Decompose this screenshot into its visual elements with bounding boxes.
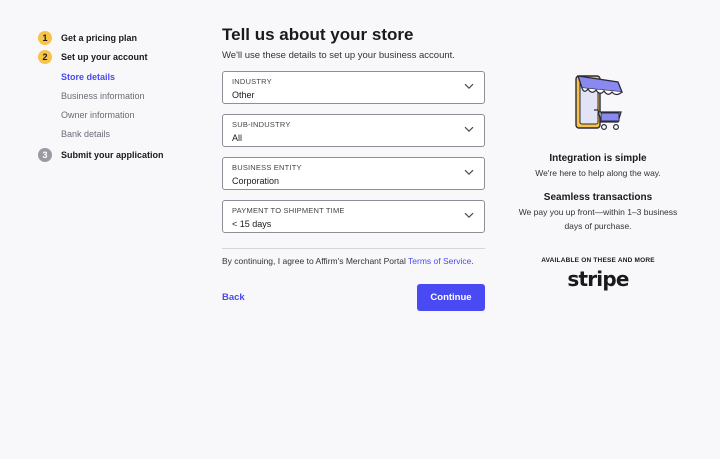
business-entity-select[interactable]: BUSINESS ENTITY Corporation xyxy=(222,157,485,190)
field-label: PAYMENT TO SHIPMENT TIME xyxy=(232,206,345,215)
chevron-down-icon xyxy=(464,126,474,133)
step-label: Get a pricing plan xyxy=(61,33,138,43)
chevron-down-icon xyxy=(464,169,474,176)
info-panel: Integration is simple We're here to help… xyxy=(514,70,682,291)
store-details-form: Tell us about your store We'll use these… xyxy=(222,24,486,311)
chevron-down-icon xyxy=(464,83,474,90)
step-label: Set up your account xyxy=(61,52,148,62)
payment-to-shipment-select[interactable]: PAYMENT TO SHIPMENT TIME < 15 days xyxy=(222,200,485,233)
page-subtitle: We'll use these details to set up your b… xyxy=(222,50,455,61)
field-value: Other xyxy=(232,90,255,100)
continue-button[interactable]: Continue xyxy=(417,284,485,311)
consent-text: By continuing, I agree to Affirm's Merch… xyxy=(222,256,409,266)
step-number-badge: 2 xyxy=(38,50,52,64)
field-value: < 15 days xyxy=(232,219,272,229)
step-pricing-plan[interactable]: 1 Get a pricing plan xyxy=(38,30,208,46)
sub-industry-select[interactable]: SUB-INDUSTRY All xyxy=(222,114,485,147)
progress-stepper: 1 Get a pricing plan 2 Set up your accou… xyxy=(38,30,208,166)
field-label: INDUSTRY xyxy=(232,77,272,86)
chevron-down-icon xyxy=(464,212,474,219)
industry-select[interactable]: INDUSTRY Other xyxy=(222,71,485,104)
field-value: All xyxy=(232,133,243,143)
field-value: Corporation xyxy=(232,176,280,186)
integration-text: We're here to help along the way. xyxy=(535,168,661,178)
back-button[interactable]: Back xyxy=(222,292,245,303)
step-number-badge: 1 xyxy=(38,31,52,45)
substep-business-information[interactable]: Business information xyxy=(61,87,208,106)
substep-bank-details[interactable]: Bank details xyxy=(61,125,208,144)
step-label: Submit your application xyxy=(61,150,164,160)
form-actions: Back Continue xyxy=(222,284,485,311)
divider xyxy=(222,248,485,249)
substep-owner-information[interactable]: Owner information xyxy=(61,106,208,125)
field-label: SUB-INDUSTRY xyxy=(232,120,291,129)
integration-title: Integration is simple xyxy=(549,153,647,164)
step-number-badge: 3 xyxy=(38,148,52,162)
substep-store-details[interactable]: Store details xyxy=(61,68,208,87)
form-fields: INDUSTRY Other SUB-INDUSTRY All BUSINESS… xyxy=(222,71,486,233)
consent-period: . xyxy=(471,256,474,266)
storefront-cart-icon xyxy=(575,75,624,130)
page-title: Tell us about your store xyxy=(222,25,414,44)
stripe-logo: stripe xyxy=(567,267,629,291)
transactions-text: We pay you up front—within 1–3 business … xyxy=(518,207,678,231)
partners-label: AVAILABLE ON THESE AND MORE xyxy=(541,257,655,264)
terms-consent-text: By continuing, I agree to Affirm's Merch… xyxy=(222,255,486,267)
step-submit-application[interactable]: 3 Submit your application xyxy=(38,147,208,163)
field-label: BUSINESS ENTITY xyxy=(232,163,302,172)
step-account-setup[interactable]: 2 Set up your account xyxy=(38,49,208,65)
terms-of-service-link[interactable]: Terms of Service xyxy=(408,256,471,266)
substep-list: Store details Business information Owner… xyxy=(61,68,208,144)
transactions-title: Seamless transactions xyxy=(543,192,653,203)
